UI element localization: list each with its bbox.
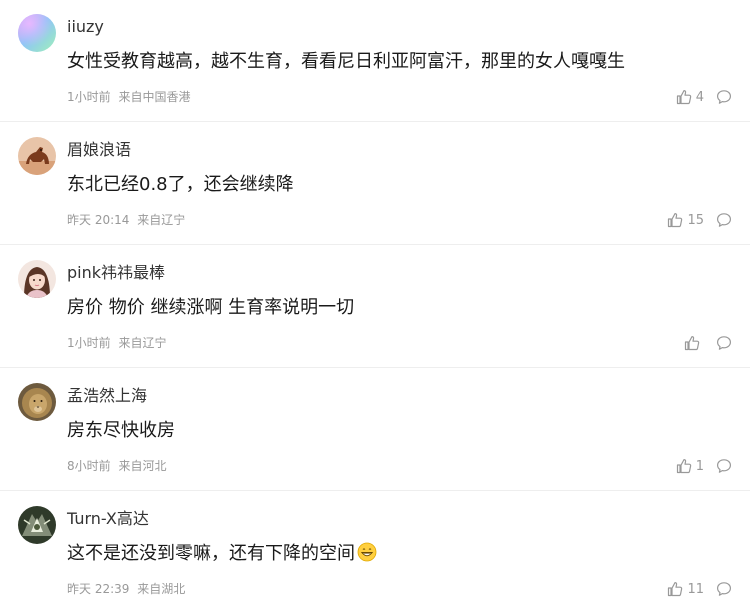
thumbs-up-icon bbox=[676, 459, 691, 474]
comment-text: 东北已经0.8了，还会继续降 bbox=[67, 174, 294, 195]
like-count: 15 bbox=[687, 212, 704, 228]
comment-item: 孟浩然上海 房东尽快收房 8小时前 来自河北 1 bbox=[0, 369, 750, 491]
like-button[interactable]: 4 bbox=[676, 89, 704, 105]
comment-actions: 1 bbox=[676, 455, 732, 477]
comment-bubble-icon bbox=[717, 90, 731, 104]
thumbs-up-icon bbox=[668, 582, 683, 597]
location: 来自辽宁 bbox=[137, 213, 186, 227]
gradient-avatar-icon bbox=[18, 14, 56, 52]
location: 来自湖北 bbox=[137, 582, 186, 596]
timestamp: 1小时前 bbox=[67, 336, 111, 350]
avatar[interactable] bbox=[18, 506, 56, 544]
username[interactable]: 孟浩然上海 bbox=[67, 385, 147, 407]
location: 来自中国香港 bbox=[118, 90, 191, 104]
thumbs-up-icon bbox=[668, 213, 683, 228]
comment-bubble-icon bbox=[717, 213, 731, 227]
comment-item: 眉娘浪语 东北已经0.8了，还会继续降 昨天 20:14 来自辽宁 15 bbox=[0, 123, 750, 245]
reply-button[interactable] bbox=[716, 458, 732, 474]
comment-bubble-icon bbox=[717, 582, 731, 596]
grinning-emoji-icon bbox=[357, 542, 377, 570]
comment-list: iiuzy 女性受教育越高，越不生育，看看尼日利亚阿富汗，那里的女人嘎嘎生 1小… bbox=[0, 0, 750, 613]
thumbs-up-icon bbox=[684, 336, 700, 351]
comment-text: 女性受教育越高，越不生育，看看尼日利亚阿富汗，那里的女人嘎嘎生 bbox=[67, 51, 625, 72]
comment-meta: 1小时前 来自中国香港 bbox=[67, 88, 190, 106]
comment-actions bbox=[684, 332, 732, 354]
reply-button[interactable] bbox=[716, 89, 732, 105]
like-count: 11 bbox=[687, 581, 704, 597]
comment-bubble-icon bbox=[717, 459, 731, 473]
comment-item: Turn-X高达 这不是还没到零嘛，还有下降的空间 昨天 22:39 来自湖北 … bbox=[0, 492, 750, 614]
reply-button[interactable] bbox=[716, 335, 732, 351]
like-button[interactable] bbox=[684, 335, 704, 351]
comment-meta: 昨天 20:14 来自辽宁 bbox=[67, 211, 185, 229]
avatar[interactable] bbox=[18, 137, 56, 175]
comment-item: pink祎祎最棒 房价 物价 继续涨啊 生育率说明一切 1小时前 来自辽宁 bbox=[0, 246, 750, 368]
timestamp: 8小时前 bbox=[67, 459, 111, 473]
robot-avatar-icon bbox=[18, 506, 56, 544]
comment-text: 这不是还没到零嘛，还有下降的空间 bbox=[67, 541, 377, 570]
comment-text: 房东尽快收房 bbox=[67, 420, 175, 441]
girl-avatar-icon bbox=[18, 260, 56, 298]
horse-avatar-icon bbox=[18, 137, 56, 175]
location: 来自辽宁 bbox=[118, 336, 167, 350]
like-count: 4 bbox=[695, 89, 704, 105]
comment-actions: 11 bbox=[667, 578, 732, 600]
comment-bubble-icon bbox=[717, 336, 731, 350]
comment-actions: 15 bbox=[667, 209, 732, 231]
reply-button[interactable] bbox=[716, 581, 732, 597]
timestamp: 昨天 20:14 bbox=[67, 213, 130, 227]
comment-meta: 昨天 22:39 来自湖北 bbox=[67, 580, 185, 598]
avatar[interactable] bbox=[18, 260, 56, 298]
username[interactable]: 眉娘浪语 bbox=[67, 139, 131, 161]
thumbs-up-icon bbox=[676, 90, 691, 105]
avatar[interactable] bbox=[18, 383, 56, 421]
username[interactable]: pink祎祎最棒 bbox=[67, 262, 165, 284]
comment-meta: 1小时前 来自辽宁 bbox=[67, 334, 166, 352]
like-button[interactable]: 1 bbox=[676, 458, 704, 474]
lion-avatar-icon bbox=[18, 383, 56, 421]
like-button[interactable]: 15 bbox=[667, 212, 704, 228]
like-count: 1 bbox=[695, 458, 704, 474]
comment-text: 房价 物价 继续涨啊 生育率说明一切 bbox=[67, 297, 355, 318]
comment-actions: 4 bbox=[676, 86, 732, 108]
comment-meta: 8小时前 来自河北 bbox=[67, 457, 166, 475]
reply-button[interactable] bbox=[716, 212, 732, 228]
like-button[interactable]: 11 bbox=[667, 581, 704, 597]
username[interactable]: iiuzy bbox=[67, 16, 104, 38]
location: 来自河北 bbox=[118, 459, 167, 473]
timestamp: 昨天 22:39 bbox=[67, 582, 130, 596]
timestamp: 1小时前 bbox=[67, 90, 111, 104]
comment-text-body: 这不是还没到零嘛，还有下降的空间 bbox=[67, 543, 355, 564]
avatar[interactable] bbox=[18, 14, 56, 52]
username[interactable]: Turn-X高达 bbox=[67, 508, 149, 530]
comment-item: iiuzy 女性受教育越高，越不生育，看看尼日利亚阿富汗，那里的女人嘎嘎生 1小… bbox=[0, 0, 750, 122]
